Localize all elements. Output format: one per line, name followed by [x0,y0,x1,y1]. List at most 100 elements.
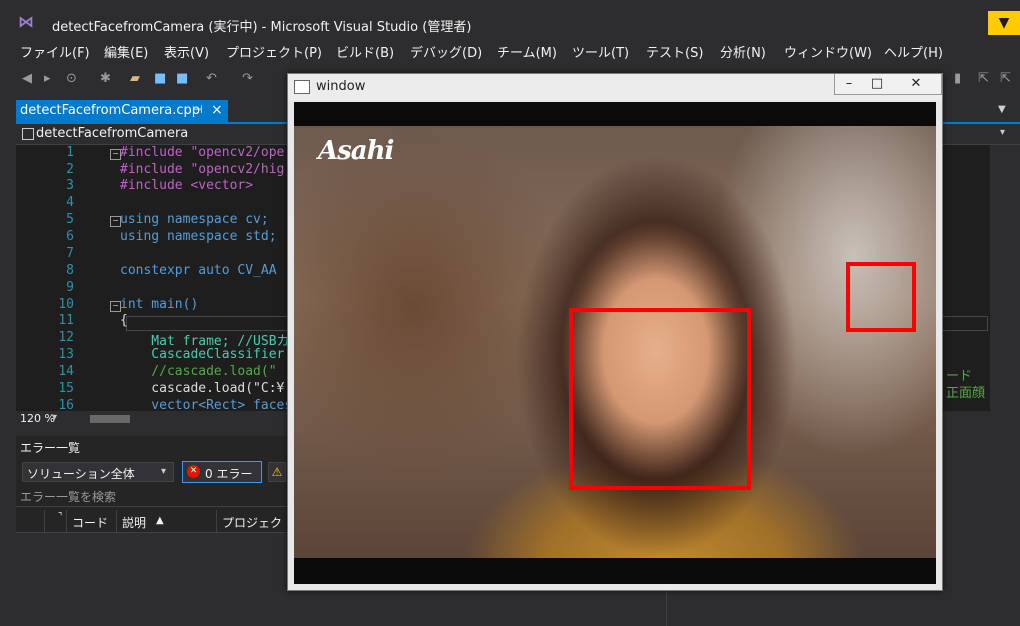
menu-build[interactable]: ビルド(B) [336,42,394,61]
column-divider [44,510,45,532]
pin-icon[interactable]: ⊣ [193,103,203,116]
error-search-input[interactable]: エラー一覧を検索 [20,488,116,505]
close-icon[interactable]: × [211,102,223,118]
column-divider [66,510,67,532]
pointer2-icon[interactable]: ⇱ [1000,71,1011,86]
brand-logo: Asahi [318,136,394,166]
project-icon [22,128,34,140]
error-filter-button[interactable]: ✕ 0 エラー [182,461,262,483]
save-all-icon[interactable]: ■ [176,71,188,86]
error-scope-value: ソリューション全体 [27,467,135,481]
letterbox-bar [294,558,936,584]
line-number: 3 [66,178,74,193]
code-line: vector<Rect> faces [120,398,293,411]
line-number: 7 [66,246,74,261]
visual-studio-logo-icon: ⋈ [18,12,34,31]
menu-debug[interactable]: デバッグ(D) [410,42,482,61]
menu-help[interactable]: ヘルプ(H) [884,42,943,61]
navigate-icon[interactable]: ⊙ [66,71,77,86]
line-number: 15 [58,381,74,396]
code-line: cascade.load("C:¥ [120,381,285,396]
opencv-window[interactable]: window – □ ✕ Asahi [287,73,943,591]
line-number: 10 [58,297,74,312]
window-controls: – □ ✕ [834,74,942,95]
line-number: 8 [66,263,74,278]
code-line: using namespace cv; [120,212,269,227]
open-folder-icon[interactable]: ▰ [130,71,140,86]
column-divider [116,510,117,532]
face-detection-box [569,308,751,490]
line-number: 6 [66,229,74,244]
feedback-filter-icon[interactable]: ▼ [988,11,1020,35]
line-number: 14 [58,364,74,379]
project-dropdown[interactable]: detectFacefromCamera [36,126,188,141]
sort-icon[interactable]: ⌝ [58,512,62,522]
chevron-down-icon: ▾ [161,466,167,477]
menu-edit[interactable]: 編集(E) [104,42,148,61]
pointer-icon[interactable]: ⇱ [978,71,989,86]
code-line: #include "opencv2/ope [120,145,285,160]
menu-file[interactable]: ファイル(F) [20,42,90,61]
save-icon[interactable]: ■ [154,71,166,86]
code-line: CascadeClassifier [120,347,285,362]
window-icon [294,80,310,94]
opencv-title-bar[interactable]: window – □ ✕ [288,74,942,100]
redo-icon[interactable]: ↷ [242,71,253,86]
error-scope-dropdown[interactable]: ソリューション全体 ▾ [22,462,174,482]
chevron-down-icon[interactable]: ▾ [1000,127,1005,138]
line-number: 2 [66,162,74,177]
title-bar: ⋈ detectFacefromCamera (実行中) - Microsoft… [0,0,1020,38]
line-number: 16 [58,398,74,411]
maximize-icon[interactable]: □ [863,74,891,94]
line-number: 4 [66,195,74,210]
back-icon[interactable]: ◀ [22,71,32,86]
menu-team[interactable]: チーム(M) [497,42,557,61]
column-divider [216,510,217,532]
new-project-icon[interactable]: ✱ [100,71,111,86]
tab-document[interactable]: detectFacefromCamera.cpp ⊣ × [16,100,228,122]
panel-title: エラー一覧 [20,441,81,455]
error-icon: ✕ [187,465,200,478]
menu-test[interactable]: テスト(S) [646,42,703,61]
line-number: 11 [58,313,74,328]
code-line: int main() [120,297,199,312]
code-comment-fragment: 正面顔 [946,386,986,401]
chevron-down-icon[interactable]: ▾ [52,412,57,423]
face-detection-box [846,262,916,332]
menu-tools[interactable]: ツール(T) [572,42,629,61]
column-header-code[interactable]: コード [72,514,108,531]
horizontal-scrollbar[interactable] [90,415,130,423]
code-line: //cascade.load(" [120,364,277,379]
column-header-description[interactable]: 説明 [122,514,146,531]
column-header-project[interactable]: プロジェク [222,514,282,531]
code-line: constexpr auto CV_AA [120,263,277,278]
code-line: #include "opencv2/hig [120,162,285,177]
bookmark-icon[interactable]: ▮ [954,71,961,86]
window-title: detectFacefromCamera (実行中) - Microsoft V… [52,20,472,35]
menu-project[interactable]: プロジェクト(P) [226,42,322,61]
forward-icon[interactable]: ▸ [44,71,51,86]
minimize-icon[interactable]: – [835,74,863,94]
line-number: 9 [66,280,74,295]
undo-icon[interactable]: ↶ [206,71,217,86]
error-count: 0 エラー [205,467,253,481]
line-number: 13 [58,347,74,362]
tab-document-label: detectFacefromCamera.cpp [20,103,201,118]
line-number: 5 [66,212,74,227]
camera-frame: Asahi [294,102,936,584]
menu-view[interactable]: 表示(V) [164,42,209,61]
tab-dropdown-icon[interactable]: ▼ [998,104,1006,115]
code-line: { [120,313,128,328]
code-line: #include <vector> [120,178,254,193]
close-icon[interactable]: ✕ [891,74,941,94]
line-number: 1 [66,145,74,160]
menu-bar: ファイル(F) 編集(E) 表示(V) プロジェクト(P) ビルド(B) デバッ… [0,38,1020,62]
warning-icon[interactable]: ⚠ [268,462,286,482]
zoom-level[interactable]: 120 % [20,412,55,425]
menu-window[interactable]: ウィンドウ(W) [784,42,872,61]
line-number: 12 [58,330,74,345]
menu-analyze[interactable]: 分析(N) [720,42,766,61]
code-line: using namespace std; [120,229,277,244]
sort-ascending-icon: ▲ [156,515,164,526]
opencv-window-title: window [316,79,366,94]
